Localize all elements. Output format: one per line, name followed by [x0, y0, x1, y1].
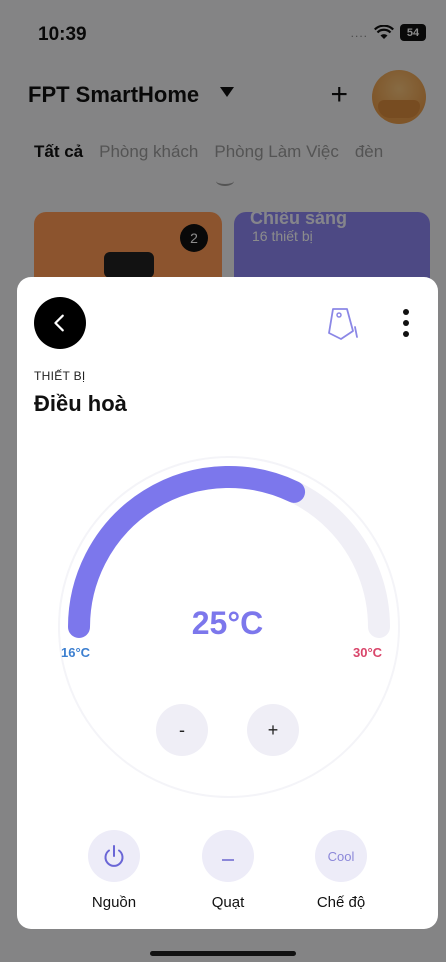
power-button[interactable] — [88, 830, 140, 882]
device-sheet: THIẾT BỊ Điều hoà 25°C 16°C 30°C - + Ngu… — [17, 277, 438, 929]
increase-temp-button[interactable]: + — [247, 704, 299, 756]
mode-button[interactable]: Cool — [315, 830, 367, 882]
mode-label: Chế độ — [316, 894, 366, 911]
more-options-button[interactable] — [396, 305, 416, 341]
fan-speed-icon — [222, 859, 234, 861]
fan-button[interactable] — [202, 830, 254, 882]
power-label: Nguồn — [91, 894, 137, 911]
tag-icon — [328, 308, 358, 340]
mode-control[interactable]: Cool Chế độ — [291, 830, 391, 911]
fan-label: Quạt — [211, 894, 245, 911]
tag-button[interactable] — [323, 303, 363, 343]
power-icon — [104, 845, 124, 867]
max-temperature: 30°C — [353, 645, 383, 660]
more-dot-icon — [403, 320, 409, 326]
current-temperature: 25°C — [191, 605, 264, 641]
more-dot-icon — [403, 309, 409, 315]
fan-control[interactable]: Quạt — [178, 830, 278, 911]
decrease-temp-button[interactable]: - — [156, 704, 208, 756]
back-button[interactable] — [34, 297, 86, 349]
home-indicator — [150, 951, 296, 956]
section-label: THIẾT BỊ — [34, 369, 86, 383]
device-name: Điều hoà — [34, 391, 127, 416]
power-control[interactable]: Nguồn — [64, 830, 164, 911]
chevron-left-icon — [54, 314, 64, 332]
more-dot-icon — [403, 331, 409, 337]
mode-value: Cool — [327, 848, 355, 864]
min-temperature: 16°C — [61, 645, 91, 660]
